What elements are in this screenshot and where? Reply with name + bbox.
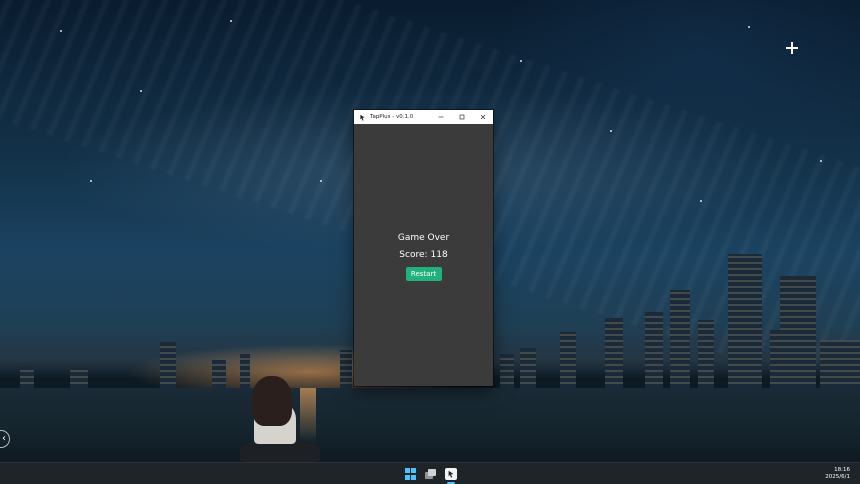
windows-start-icon[interactable] <box>405 468 417 480</box>
star <box>520 60 522 62</box>
close-button[interactable] <box>472 110 493 124</box>
minimize-icon <box>438 116 443 118</box>
game-over-text: Game Over <box>397 233 450 243</box>
window-titlebar[interactable]: TapPlus - v0.1.0 <box>354 110 493 124</box>
system-clock[interactable]: 18:16 2025/6/1 <box>825 467 850 481</box>
bright-star <box>786 42 798 54</box>
app-icon <box>358 113 366 121</box>
star <box>748 26 750 28</box>
task-view-icon[interactable] <box>425 468 437 480</box>
restart-button[interactable]: Restart <box>405 267 442 281</box>
clock-time: 18:16 <box>834 467 850 473</box>
minimize-button[interactable] <box>430 110 451 124</box>
star <box>140 90 142 92</box>
score-label: Score: <box>399 250 428 260</box>
clock-date: 2025/6/1 <box>825 474 850 480</box>
water-reflection <box>0 388 860 462</box>
sun-reflection <box>300 388 316 443</box>
star <box>820 160 822 162</box>
star <box>230 20 232 22</box>
star <box>700 200 702 202</box>
maximize-icon <box>459 114 464 120</box>
taskbar: 18:16 2025/6/1 <box>0 462 860 484</box>
window-controls <box>430 110 493 124</box>
game-area: Game Over Score: 118 Restart <box>354 124 493 386</box>
star <box>60 30 62 32</box>
score-display: Score: 118 <box>399 250 447 260</box>
star <box>90 180 92 182</box>
star <box>320 180 322 182</box>
tapplus-app-icon[interactable] <box>445 468 457 480</box>
window-title: TapPlus - v0.1.0 <box>370 114 414 120</box>
tapplus-window: TapPlus - v0.1.0 Game Over Score: 118 Re… <box>354 110 493 386</box>
maximize-button[interactable] <box>451 110 472 124</box>
close-icon <box>480 114 485 120</box>
score-value: 118 <box>430 250 448 260</box>
girl-hair <box>252 376 292 426</box>
star <box>610 130 612 132</box>
